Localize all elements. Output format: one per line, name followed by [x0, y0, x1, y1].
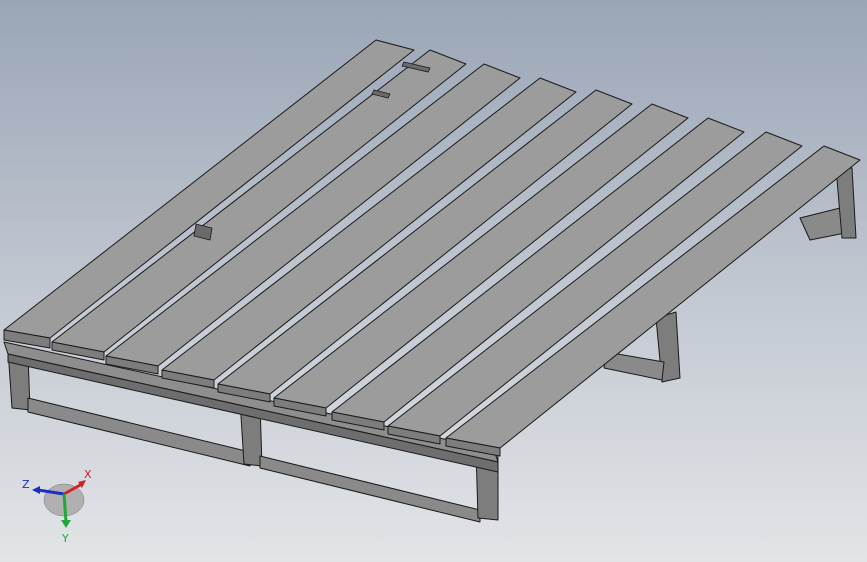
reference-triad[interactable]: Z X Y	[14, 462, 104, 552]
y-axis-label: Y	[61, 532, 69, 545]
deck-planks	[3, 39, 861, 457]
z-axis-label: Z	[22, 478, 30, 491]
front-bottom-rail-right	[259, 455, 481, 523]
pallet-model[interactable]	[0, 0, 867, 562]
z-axis-arrow	[32, 486, 40, 494]
graphics-viewport[interactable]: Z X Y	[0, 0, 867, 562]
y-axis-arrow	[61, 520, 71, 528]
x-axis-label: X	[84, 468, 92, 481]
y-axis-line	[62, 493, 68, 523]
